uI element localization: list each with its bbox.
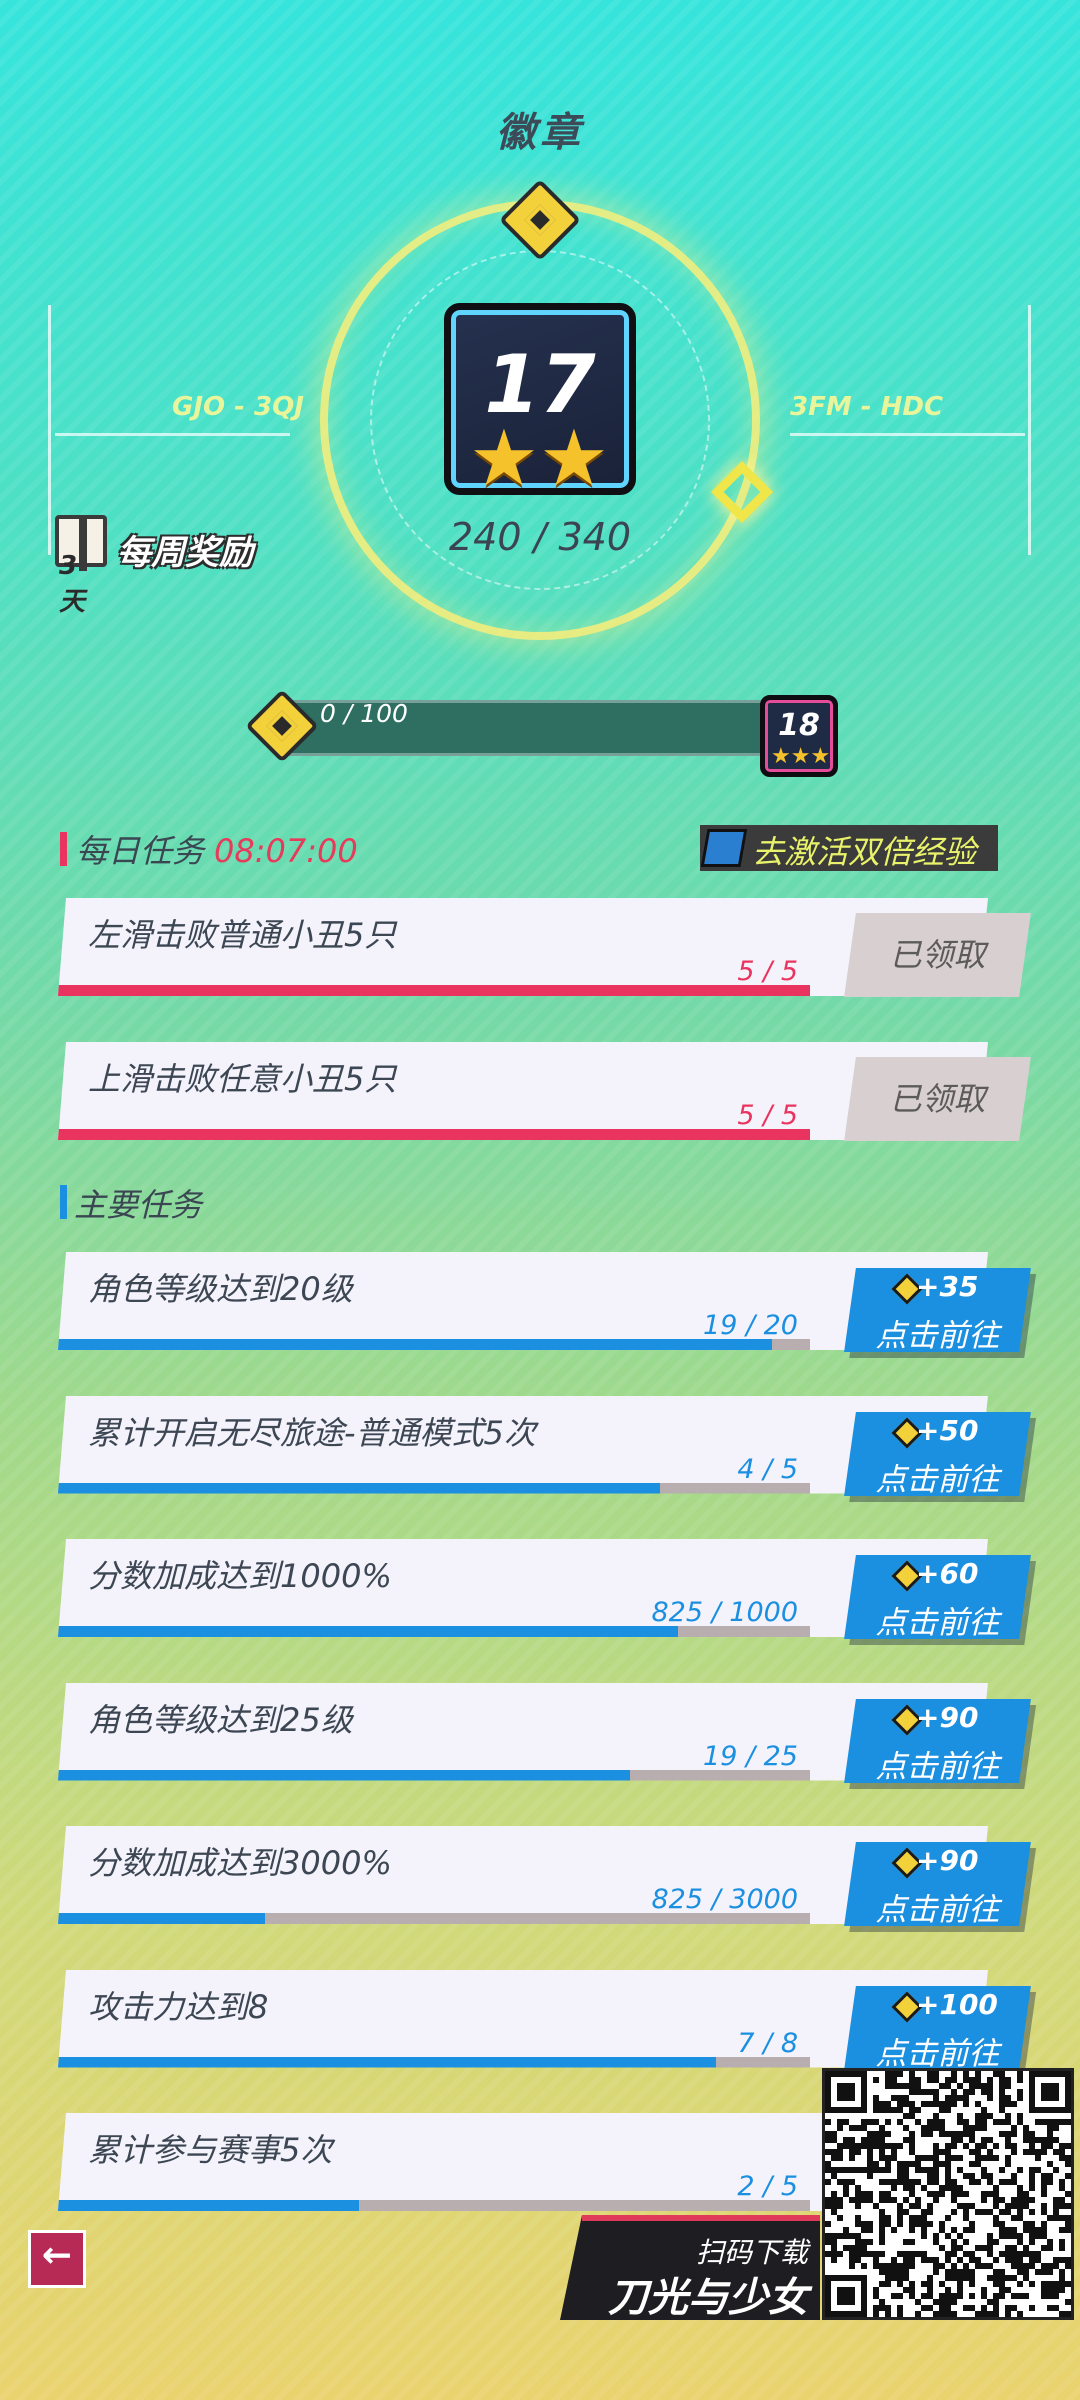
weekly-reward-label: 每周奖励 (117, 533, 253, 573)
divider-right (790, 433, 1025, 436)
star-icon: ★ (469, 414, 539, 504)
task-title: 角色等级达到20级 (88, 1270, 353, 1308)
task-progress-count: 825 / 3000 (651, 1884, 798, 1915)
task-reward: +100 (916, 1987, 998, 2021)
main-section-marker (60, 1185, 67, 1219)
task-reward: +35 (916, 1270, 979, 1303)
task-progress-fill (58, 1483, 660, 1494)
back-arrow-icon: ← (41, 2235, 73, 2276)
task-title: 上滑击败任意小丑5只 (88, 1060, 397, 1098)
go-button[interactable]: +50 点击前往 (844, 1411, 1031, 1498)
task-title: 攻击力达到8 (88, 1987, 269, 2026)
task-progress-track (58, 2200, 810, 2211)
daily-section-title: 每日任务 08:07:00 (76, 826, 358, 872)
task-progress-count: 825 / 1000 (651, 1597, 798, 1628)
go-button[interactable]: +35 点击前往 (844, 1268, 1031, 1354)
task-reward: +50 (916, 1413, 979, 1447)
star-icon: ★ (538, 414, 609, 504)
double-exp-label: 去激活双倍经验 (752, 833, 977, 871)
task-progress-fill (58, 1339, 772, 1350)
level-badge[interactable]: 17 ★★ (444, 303, 636, 498)
task-progress-fill (58, 985, 810, 996)
task-title: 累计开启无尽旅途-普通模式5次 (88, 1413, 536, 1452)
claimed-label: 已领取 (889, 936, 986, 974)
badge-stars: ★★ (469, 420, 609, 498)
task-progress-fill (58, 1913, 265, 1924)
task-title: 分数加成达到3000% (88, 1844, 392, 1882)
claimed-button[interactable]: 已领取 (844, 1057, 1031, 1141)
go-button-label: 点击前往 (875, 2035, 1000, 2072)
task-progress-count: 19 / 25 (703, 1740, 798, 1772)
task-progress-track (58, 1913, 810, 1924)
task-title: 分数加成达到1000% (88, 1557, 392, 1595)
go-button-label: 点击前往 (875, 1318, 1000, 1354)
weekly-reward-days: 3天 (59, 551, 86, 617)
task-progress-count: 4 / 5 (737, 1453, 798, 1485)
daily-timer: 08:07:00 (214, 832, 358, 870)
task-progress-count: 2 / 5 (737, 2171, 798, 2202)
range-left-label: GJO - 3QJ (172, 392, 304, 422)
promo-game-name: 刀光与少女 (608, 2275, 808, 2321)
daily-section-marker (60, 832, 67, 866)
task-title: 累计参与赛事5次 (88, 2131, 333, 2169)
task-progress-track (58, 1339, 810, 1350)
task-progress-count: 5 / 5 (737, 956, 798, 987)
claimed-label: 已领取 (889, 1080, 986, 1118)
daily-title: 每日任务 (76, 832, 205, 870)
go-button-label: 点击前往 (875, 1748, 1000, 1785)
download-promo-banner[interactable]: 扫码下载 刀光与少女 (560, 2215, 820, 2320)
task-progress-count: 5 / 5 (737, 1100, 798, 1131)
task-progress-count: 19 / 20 (703, 1310, 798, 1341)
task-title: 左滑击败普通小丑5只 (88, 916, 397, 954)
task-reward: +90 (916, 1700, 979, 1734)
qr-code-image (825, 2071, 1071, 2317)
page-title: 徽章 (496, 110, 584, 156)
range-right-label: 3FM - HDC (790, 392, 944, 422)
task-title: 角色等级达到25级 (88, 1700, 353, 1739)
task-progress-track (58, 1770, 810, 1781)
go-button[interactable]: +60 点击前往 (844, 1555, 1031, 1641)
level-progress-text: 0 / 100 (320, 699, 408, 728)
task-progress-fill (58, 1770, 630, 1781)
divider-left (55, 433, 290, 436)
double-exp-book-icon (700, 829, 748, 867)
task-progress-count: 7 / 8 (737, 2027, 798, 2059)
go-button-label: 点击前往 (875, 1461, 1000, 1498)
task-progress-track (58, 1129, 810, 1140)
task-progress-track (58, 985, 810, 996)
task-progress-fill (58, 2200, 359, 2211)
qr-code[interactable] (822, 2068, 1074, 2320)
claimed-button[interactable]: 已领取 (844, 913, 1031, 997)
go-button[interactable]: +90 点击前往 (844, 1698, 1031, 1785)
task-progress-track (58, 1483, 810, 1494)
task-reward: +60 (916, 1557, 979, 1590)
task-reward: +90 (916, 1844, 979, 1877)
next-level-number: 18 (778, 708, 820, 743)
task-progress-fill (58, 1626, 678, 1637)
task-progress-track (58, 2057, 810, 2068)
go-button-label: 点击前往 (875, 1892, 1000, 1928)
task-progress-fill (58, 2057, 716, 2068)
next-level-badge[interactable]: 18 ★★★ (760, 695, 838, 777)
task-progress-track (58, 1626, 810, 1637)
go-button-label: 点击前往 (875, 1605, 1000, 1641)
task-progress-fill (58, 1129, 810, 1140)
next-level-stars: ★★★ (771, 744, 831, 769)
main-section-title: 主要任务 (74, 1186, 203, 1224)
activate-double-exp-button[interactable]: 去激活双倍经验 (700, 825, 998, 871)
go-button[interactable]: +100 点击前往 (844, 1985, 1031, 2072)
go-button[interactable]: +90 点击前往 (844, 1842, 1031, 1928)
back-button[interactable]: ← (28, 2230, 86, 2288)
